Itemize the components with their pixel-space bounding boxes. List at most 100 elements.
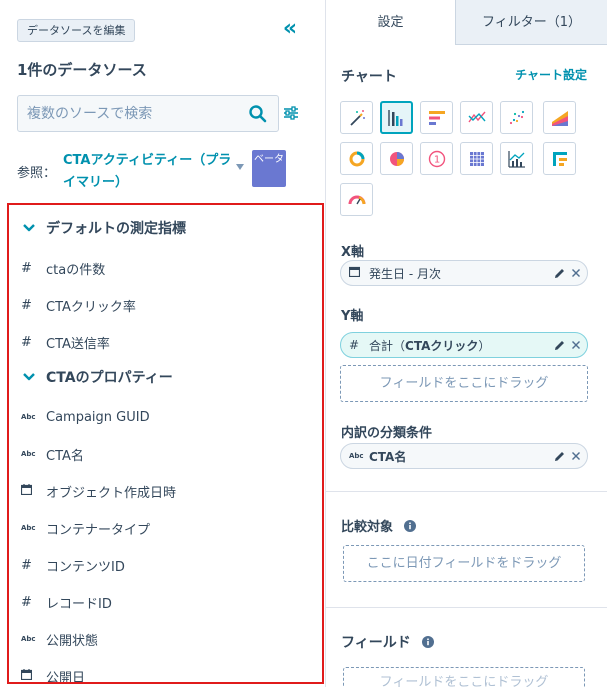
table-icon bbox=[469, 151, 484, 166]
number-icon: # bbox=[349, 338, 360, 352]
chart-type-line[interactable] bbox=[460, 101, 493, 134]
field-label: Campaign GUID bbox=[46, 409, 150, 425]
calendar-icon bbox=[348, 266, 369, 280]
number-icon: # bbox=[21, 260, 32, 276]
chart-type-pivot[interactable] bbox=[543, 142, 576, 175]
chart-type-kpi[interactable]: 1 bbox=[420, 142, 453, 175]
calendar-icon bbox=[20, 483, 43, 499]
field-label: 公開日 bbox=[46, 670, 86, 684]
text-type-icon: Abc bbox=[21, 450, 36, 458]
field-item[interactable]: Abc 公開状態 bbox=[21, 629, 98, 649]
x-axis-label: X軸 bbox=[341, 245, 365, 260]
group-title: CTAのプロパティー bbox=[46, 370, 173, 386]
pencil-icon[interactable] bbox=[553, 267, 566, 280]
search-icon[interactable] bbox=[248, 104, 268, 124]
pill-label: 発生日 - 月次 bbox=[369, 266, 441, 281]
reference-source-select[interactable]: CTAアクティビティー（プライマリー） bbox=[63, 150, 233, 194]
number-icon: # bbox=[21, 297, 32, 313]
text-type-icon: Abc bbox=[21, 413, 36, 421]
group-header-cta-properties[interactable]: CTAのプロパティー bbox=[22, 366, 173, 388]
number-icon: # bbox=[21, 334, 32, 350]
caret-down-icon[interactable] bbox=[236, 164, 244, 170]
combo-chart-icon bbox=[507, 150, 525, 168]
text-type-icon: Abc bbox=[21, 524, 36, 532]
scatter-chart-icon bbox=[509, 110, 524, 124]
field-label: CTA名 bbox=[46, 448, 84, 464]
field-label: コンテナータイプ bbox=[46, 522, 151, 538]
close-icon[interactable] bbox=[571, 268, 581, 278]
pencil-icon[interactable] bbox=[553, 450, 566, 463]
field-item[interactable]: # ctaの件数 bbox=[21, 258, 105, 278]
chevron-down-icon bbox=[23, 224, 35, 232]
calendar-icon bbox=[20, 668, 43, 683]
sliders-icon[interactable] bbox=[283, 105, 299, 121]
compare-label: 比較対象 bbox=[341, 516, 416, 535]
field-item[interactable]: 公開日 bbox=[20, 666, 86, 684]
chart-type-vertical-bar[interactable] bbox=[380, 101, 413, 134]
chart-type-combo[interactable] bbox=[500, 142, 533, 175]
line-chart-icon bbox=[467, 111, 486, 122]
chart-type-table[interactable] bbox=[460, 142, 493, 175]
chart-settings-link[interactable]: チャート設定 bbox=[515, 66, 587, 83]
y-axis-field-pill[interactable]: # 合計（CTAクリック） bbox=[340, 332, 588, 358]
x-axis-field-pill[interactable]: 発生日 - 月次 bbox=[340, 260, 588, 286]
close-icon[interactable] bbox=[571, 451, 581, 461]
group-header-default-metrics[interactable]: デフォルトの測定指標 bbox=[22, 217, 186, 239]
fields-drop-zone[interactable]: フィールドをここにドラッグ bbox=[343, 667, 585, 687]
collapse-panel-icon[interactable]: « bbox=[279, 18, 301, 42]
field-item[interactable]: Abc コンテナータイプ bbox=[21, 518, 150, 538]
data-source-panel: データソースを編集 « 1件のデータソース 参照： CTAアクティビティー（プラ… bbox=[0, 0, 326, 687]
info-icon[interactable] bbox=[403, 520, 416, 532]
chart-config-panel: 設定 フィルター（1） チャート チャート設定 1 X軸 発生日 - 月次 Y軸… bbox=[326, 0, 607, 687]
chart-type-donut[interactable] bbox=[340, 142, 373, 175]
data-source-count-title: 1件のデータソース bbox=[17, 61, 147, 79]
compare-drop-zone[interactable]: ここに日付フィールドをドラッグ bbox=[343, 545, 585, 582]
text-type-icon: Abc bbox=[21, 635, 36, 643]
chart-type-horizontal-bar[interactable] bbox=[420, 101, 453, 134]
info-icon[interactable] bbox=[421, 636, 434, 648]
horizontal-bar-chart-icon bbox=[428, 110, 445, 125]
beta-badge: ベータ bbox=[252, 150, 286, 187]
field-item[interactable]: # コンテンツID bbox=[21, 555, 125, 575]
tab-bar: 設定 フィルター（1） bbox=[326, 0, 607, 45]
number-icon: # bbox=[21, 557, 32, 573]
y-axis-drop-zone[interactable]: フィールドをここにドラッグ bbox=[340, 365, 588, 402]
donut-chart-icon bbox=[349, 151, 364, 166]
chart-heading: チャート bbox=[341, 69, 397, 85]
field-label: ctaの件数 bbox=[46, 262, 106, 278]
reference-label: 参照： bbox=[17, 166, 57, 181]
field-list: デフォルトの測定指標 # ctaの件数 # CTAクリック率 # CTA送信率 … bbox=[7, 203, 324, 684]
field-item[interactable]: Abc Campaign GUID bbox=[21, 407, 150, 427]
text-type-icon: Abc bbox=[349, 452, 364, 460]
search-box bbox=[17, 95, 279, 132]
chart-type-pie[interactable] bbox=[380, 142, 413, 175]
svg-text:1: 1 bbox=[433, 154, 439, 165]
tab-settings[interactable]: 設定 bbox=[326, 0, 455, 45]
breakdown-field-pill[interactable]: Abc CTA名 bbox=[340, 443, 588, 469]
field-label: オブジェクト作成日時 bbox=[46, 485, 177, 501]
chart-type-gauge[interactable] bbox=[340, 183, 373, 216]
close-icon[interactable] bbox=[571, 340, 581, 350]
field-label: 公開状態 bbox=[46, 633, 99, 649]
field-item[interactable]: # CTA送信率 bbox=[21, 332, 110, 352]
tab-filters[interactable]: フィルター（1） bbox=[455, 0, 607, 45]
fields-label: フィールド bbox=[341, 632, 434, 652]
field-item[interactable]: # CTAクリック率 bbox=[21, 295, 136, 315]
kpi-number-icon: 1 bbox=[428, 150, 445, 167]
divider bbox=[326, 491, 607, 492]
field-item[interactable]: # レコードID bbox=[21, 592, 112, 612]
edit-data-source-button[interactable]: データソースを編集 bbox=[17, 19, 136, 42]
search-input[interactable] bbox=[27, 104, 242, 124]
pill-label: CTA名 bbox=[369, 449, 407, 464]
group-title: デフォルトの測定指標 bbox=[46, 221, 186, 237]
field-item[interactable]: オブジェクト作成日時 bbox=[20, 481, 177, 501]
field-label: コンテンツID bbox=[46, 559, 125, 575]
y-axis-label: Y軸 bbox=[341, 309, 364, 324]
field-item[interactable]: Abc CTA名 bbox=[21, 444, 84, 464]
chart-type-scatter[interactable] bbox=[500, 101, 533, 134]
pencil-icon[interactable] bbox=[553, 339, 566, 352]
area-chart-icon bbox=[551, 110, 568, 126]
gauge-chart-icon bbox=[348, 195, 365, 204]
chart-type-area[interactable] bbox=[543, 101, 576, 134]
chart-type-magic-wand[interactable] bbox=[340, 101, 373, 134]
